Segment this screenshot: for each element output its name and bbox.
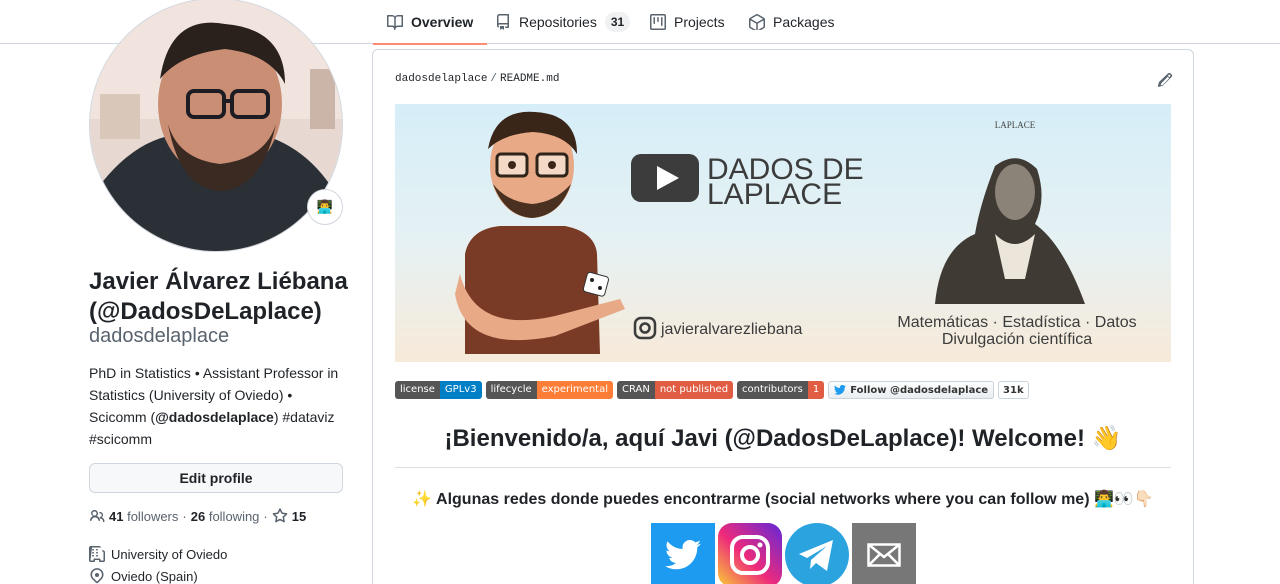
- instagram-link[interactable]: [718, 523, 782, 584]
- badge-value: experimental: [536, 381, 613, 399]
- followers-link[interactable]: 41 followers: [109, 509, 178, 524]
- location-text: Oviedo (Spain): [111, 568, 198, 584]
- project-icon: [650, 14, 666, 30]
- star-icon: [272, 508, 288, 523]
- badge-value: 1: [807, 381, 825, 399]
- stars-count: 15: [291, 508, 307, 524]
- banner-illustration: DADOS DE LAPLACE javieralvarezliebana LA…: [455, 111, 1137, 354]
- telegram-icon: [785, 523, 849, 584]
- people-icon: [90, 510, 105, 523]
- bio-handle-link[interactable]: @dadosdelaplace: [155, 409, 274, 425]
- book-icon: [387, 15, 403, 30]
- instagram-icon: [730, 535, 770, 575]
- badge-key: lifecycle: [485, 381, 537, 399]
- avatar-photo: [90, 0, 342, 251]
- contributors-badge[interactable]: contributors 1: [737, 381, 825, 399]
- banner-brand-line2: LAPLACE: [707, 178, 842, 211]
- social-links: [651, 523, 916, 584]
- twitter-badge-label: Follow @dadosdelaplace: [850, 384, 989, 396]
- license-badge[interactable]: license GPLv3: [395, 381, 482, 399]
- readme-welcome-heading: ¡Bienvenido/a, aquí Javi (@DadosDeLaplac…: [395, 424, 1171, 468]
- twitter-bird-icon: [834, 385, 847, 395]
- readme-file-link[interactable]: README.md: [500, 73, 559, 85]
- telegram-link[interactable]: [785, 523, 849, 584]
- lifecycle-badge[interactable]: lifecycle experimental: [485, 381, 613, 399]
- tab-repositories[interactable]: Repositories 31: [495, 0, 631, 44]
- stars-link[interactable]: 15: [272, 508, 306, 524]
- profile-bio: PhD in Statistics • Assistant Professor …: [89, 362, 349, 450]
- followers-label: followers: [127, 508, 179, 524]
- follow-stats: 41 followers · 26 following · 15: [89, 508, 306, 524]
- tab-overview[interactable]: Overview: [372, 0, 488, 45]
- tab-label: Repositories: [519, 14, 597, 30]
- status-emoji-button[interactable]: 👨‍💻: [307, 189, 343, 225]
- followers-count: 41: [109, 508, 124, 524]
- profile-name: Javier Álvarez Liébana (@DadosDeLaplace): [89, 268, 348, 325]
- avatar[interactable]: [89, 0, 343, 252]
- profile-login: dadosdelaplace: [89, 325, 230, 347]
- repo-count-badge: 31: [604, 12, 631, 32]
- badge-value: not published: [654, 381, 734, 399]
- repo-icon: [497, 14, 509, 30]
- readme-path: dadosdelaplace / README.md: [395, 73, 559, 85]
- organization-icon: [89, 546, 105, 562]
- banner-tagline-1: Matemáticas · Estadística · Datos: [897, 314, 1136, 331]
- cran-badge[interactable]: CRAN not published: [616, 381, 734, 399]
- tab-label: Packages: [773, 14, 835, 30]
- location-icon: [90, 568, 104, 584]
- badge-key: license: [395, 381, 440, 399]
- tab-projects[interactable]: Projects: [650, 0, 725, 44]
- banner-instagram-handle: javieralvarezliebana: [660, 321, 803, 338]
- pencil-icon[interactable]: [1157, 72, 1173, 88]
- twitter-follow-badge[interactable]: Follow @dadosdelaplace: [828, 381, 995, 399]
- following-link[interactable]: 26 following: [191, 509, 260, 524]
- status-emoji: 👨‍💻: [316, 199, 334, 214]
- separator-dot: ·: [263, 508, 268, 524]
- profile-organization: University of Oviedo: [89, 546, 227, 562]
- following-label: following: [208, 508, 260, 524]
- banner-laplace-caption: LAPLACE: [995, 120, 1036, 130]
- edit-profile-button[interactable]: Edit profile: [89, 463, 343, 493]
- readme-social-subtitle: ✨ Algunas redes donde puedes encontrarme…: [412, 491, 1154, 508]
- tab-packages[interactable]: Packages: [749, 0, 834, 44]
- email-link[interactable]: [852, 523, 916, 584]
- readme-banner: DADOS DE LAPLACE javieralvarezliebana LA…: [395, 104, 1171, 362]
- package-icon: [749, 14, 765, 30]
- envelope-icon: [867, 543, 901, 567]
- path-separator: /: [490, 73, 498, 85]
- twitter-count-badge[interactable]: 31k: [998, 381, 1029, 399]
- badge-row: license GPLv3 lifecycle experimental CRAN n…: [395, 381, 1029, 401]
- tab-label: Projects: [674, 14, 725, 30]
- twitter-icon: [665, 540, 701, 570]
- badge-key: contributors: [737, 381, 808, 399]
- readme-box: dadosdelaplace / README.md DADOS DE LAPLAC…: [372, 49, 1194, 584]
- avatar-container[interactable]: [89, 0, 343, 252]
- profile-location: Oviedo (Spain): [89, 568, 198, 584]
- readme-owner-link[interactable]: dadosdelaplace: [395, 73, 487, 85]
- following-count: 26: [190, 508, 206, 524]
- twitter-link[interactable]: [651, 523, 715, 584]
- tab-label: Overview: [411, 14, 474, 30]
- badge-key: CRAN: [616, 381, 655, 399]
- organization-text: University of Oviedo: [111, 546, 228, 562]
- separator-dot: ·: [182, 508, 187, 524]
- banner-tagline-2: Divulgación científica: [942, 331, 1092, 348]
- badge-value: GPLv3: [439, 381, 482, 399]
